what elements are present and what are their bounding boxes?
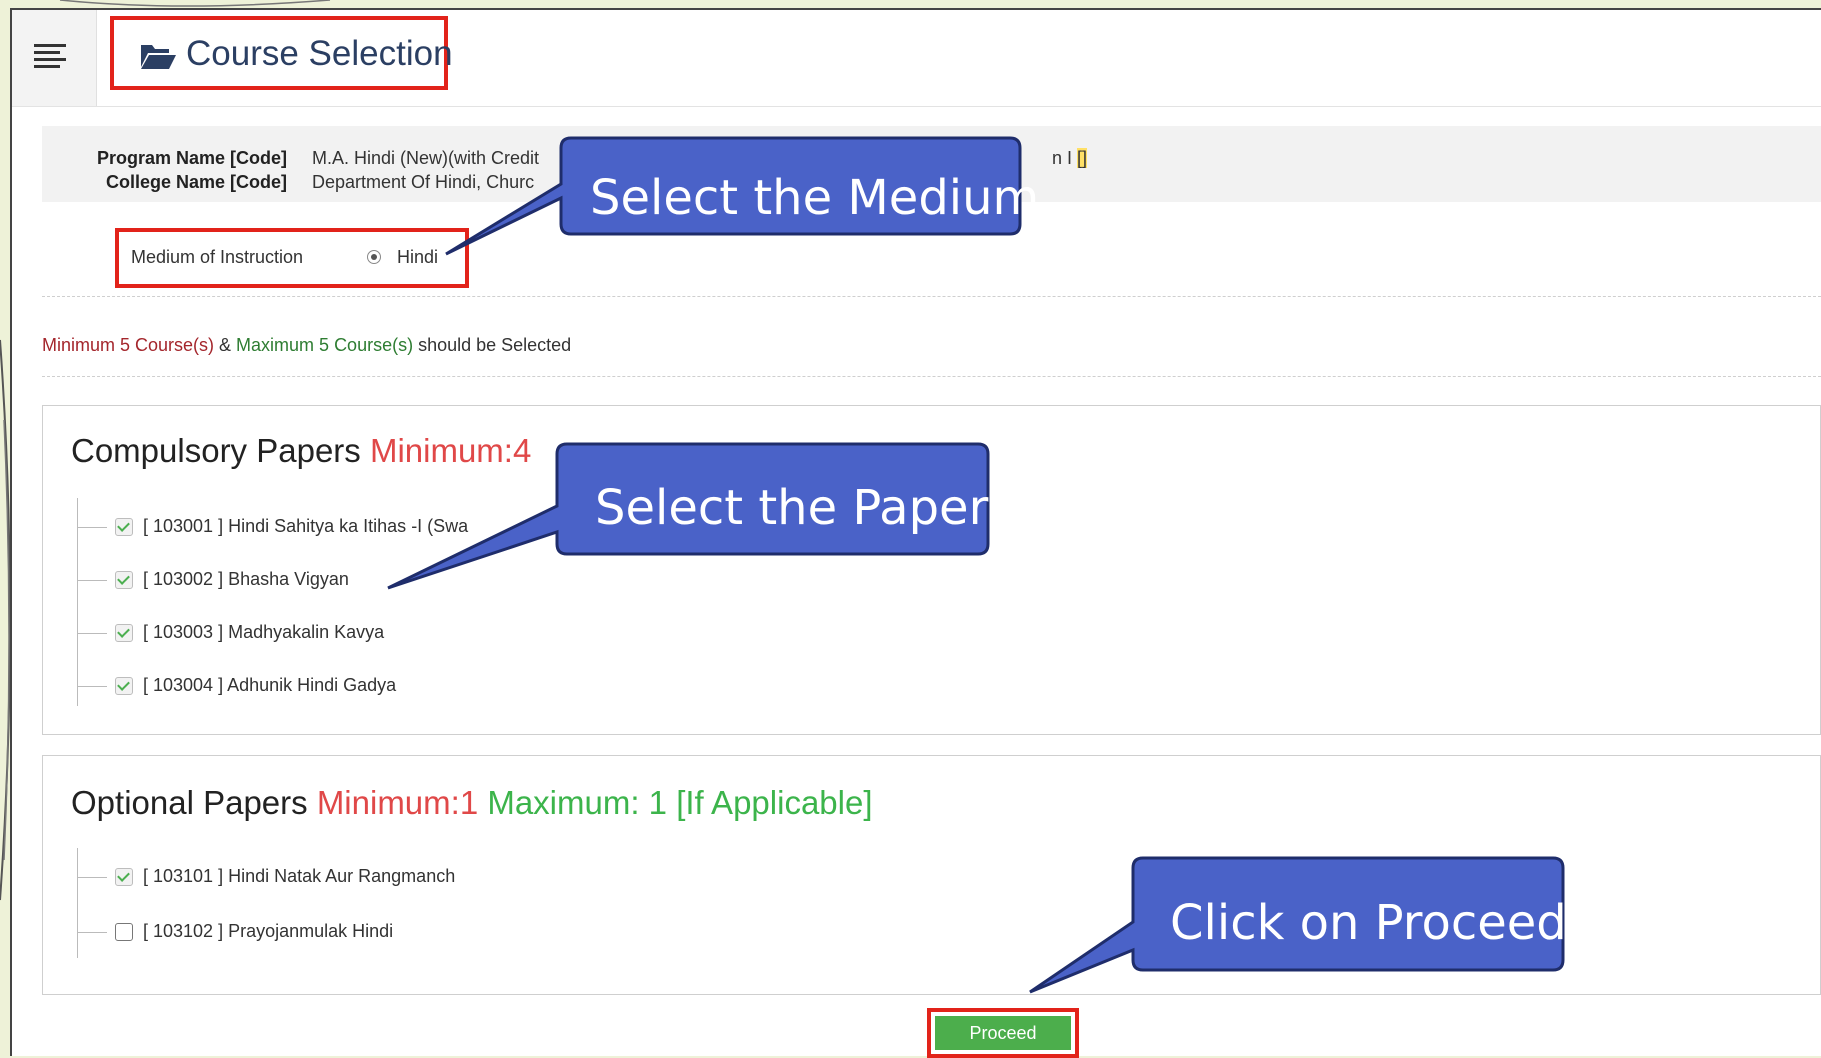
paper-checkbox[interactable] (115, 923, 133, 941)
selection-rule: Minimum 5 Course(s) & Maximum 5 Course(s… (42, 335, 571, 356)
college-name-label: College Name [Code] (105, 172, 287, 192)
paper-checkbox[interactable] (115, 518, 133, 536)
paper-code: [ 103004 ] (143, 675, 224, 695)
paper-code: [ 103102 ] (143, 921, 224, 941)
tree-line (77, 848, 78, 958)
callout-paper-text: Select the Paper (595, 480, 989, 536)
max-requirement: Maximum: 1 [If Applicable] (487, 784, 873, 821)
paper-name: Hindi Natak Aur Rangmanch (228, 866, 456, 886)
paper-code: [ 103001 ] (143, 516, 224, 536)
program-name-value: M.A. Hindi (New)(with Credit (312, 148, 540, 168)
paper-code: [ 103101 ] (143, 866, 224, 886)
min-requirement: Minimum:1 (316, 784, 479, 821)
medium-label: Medium of Instruction (131, 247, 304, 267)
paper-name: Hindi Sahitya ka Itihas -I (Swa (228, 516, 469, 536)
callout-medium-text: Select the Medium (590, 170, 1040, 226)
section-title: Optional Papers (71, 784, 308, 821)
program-code: [] (1077, 148, 1088, 168)
proceed-button[interactable]: Proceed (935, 1016, 1071, 1050)
callout-proceed-text: Click on Proceed (1170, 895, 1567, 951)
folder-open-icon (141, 45, 176, 69)
paper-name: Madhyakalin Kavya (228, 622, 385, 642)
divider (42, 376, 1821, 377)
divider (42, 296, 1821, 297)
medium-option-label[interactable]: Hindi (397, 247, 438, 268)
rule-suffix: should be Selected (413, 335, 572, 355)
paper-code: [ 103002 ] (143, 569, 224, 589)
min-requirement: Minimum:4 (369, 432, 532, 469)
rule-amp: & (214, 335, 237, 355)
paper-name: Bhasha Vigyan (228, 569, 349, 589)
section-title: Compulsory Papers (71, 432, 361, 469)
program-name-tail: n I [] (1052, 148, 1088, 168)
paper-checkbox[interactable] (115, 571, 133, 589)
rule-min: Minimum 5 Course(s) (42, 335, 215, 355)
college-name-value: Department Of Hindi, Churc (312, 172, 535, 192)
medium-radio-hindi[interactable] (367, 250, 381, 264)
paper-code: [ 103003 ] (143, 622, 224, 642)
paper-name: Prayojanmulak Hindi (228, 921, 394, 941)
tree-line (77, 498, 78, 706)
compulsory-papers-heading: Compulsory Papers Minimum:4 (71, 432, 531, 470)
top-bar: Course Selection (12, 10, 1821, 107)
medium-of-instruction: Medium of Instruction Hindi (115, 228, 469, 288)
paper-checkbox[interactable] (115, 868, 133, 886)
page-title-highlight: Course Selection (110, 16, 453, 90)
paper-checkbox[interactable] (115, 677, 133, 695)
program-name-label: Program Name [Code] (96, 148, 287, 168)
proceed-highlight: Proceed (927, 1008, 1079, 1058)
page-title: Course Selection (186, 34, 453, 73)
optional-papers-heading: Optional Papers Minimum:1 Maximum: 1 [If… (71, 784, 873, 822)
rule-max: Maximum 5 Course(s) (236, 335, 414, 355)
compulsory-papers-panel: Compulsory Papers Minimum:4 [ 103001 ] H… (42, 405, 1821, 735)
hamburger-menu-icon[interactable] (34, 44, 66, 70)
optional-papers-panel: Optional Papers Minimum:1 Maximum: 1 [If… (42, 755, 1821, 995)
paper-checkbox[interactable] (115, 624, 133, 642)
paper-name: Adhunik Hindi Gadya (227, 675, 397, 695)
menu-toggle[interactable] (12, 10, 97, 106)
